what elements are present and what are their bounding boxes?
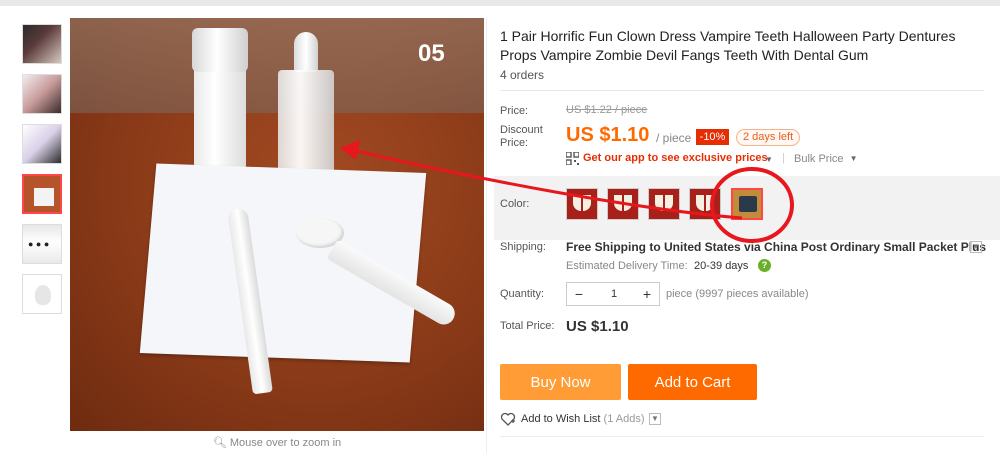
add-to-wish-list-link[interactable]: Add to Wish List (1 Adds) [521, 413, 645, 425]
qr-code-icon [566, 152, 579, 165]
order-count: 4 orders [500, 68, 545, 82]
color-option-1[interactable] [566, 188, 598, 220]
question-icon[interactable]: ? [758, 259, 771, 272]
bulk-price-label: Bulk Price [794, 153, 844, 165]
wish-list-label: Add to Wish List [521, 413, 601, 425]
current-price: US $1.10 [566, 124, 650, 146]
thumbnail-6[interactable] [22, 274, 62, 314]
color-option-3[interactable] [648, 188, 680, 220]
shipping-method[interactable]: Free Shipping to United States via China… [566, 240, 986, 254]
thumbnail-1[interactable] [22, 24, 62, 64]
main-product-image[interactable]: 05 [70, 18, 484, 431]
wish-list-dropdown-icon[interactable]: ▼ [649, 413, 661, 425]
thumbnail-3[interactable] [22, 124, 62, 164]
price-unit: / piece [656, 131, 692, 145]
chevron-down-icon: ▼ [849, 154, 858, 163]
thumbnail-5[interactable] [22, 224, 62, 264]
original-price: US $1.22 / piece [566, 104, 648, 116]
buy-now-button[interactable]: Buy Now [500, 364, 621, 400]
powder-bottle [192, 28, 248, 178]
zoom-hint-text: Mouse over to zoom in [229, 437, 342, 449]
quantity-stepper: − + [566, 282, 660, 306]
add-to-cart-button[interactable]: Add to Cart [628, 364, 757, 400]
price-label: Price: [500, 105, 529, 117]
shipping-method-text: Free Shipping to United States via China… [566, 240, 987, 254]
mixing-paper [139, 163, 427, 363]
quantity-increase-button[interactable]: + [637, 283, 657, 305]
delivery-time-label: Estimated Delivery Time: [566, 260, 688, 272]
thumbnail-4[interactable] [22, 174, 62, 214]
column-divider [486, 18, 487, 453]
thumbnail-strip [22, 24, 64, 324]
total-price-value: US $1.10 [566, 318, 629, 335]
color-label: Color: [500, 198, 530, 210]
delivery-time-value: 20-39 days [694, 260, 749, 272]
top-border [0, 0, 1000, 6]
quantity-label: Quantity: [500, 288, 545, 300]
divider [500, 90, 984, 91]
color-option-4[interactable] [689, 188, 721, 220]
separator: | [782, 152, 785, 164]
total-price-label: Total Price: [500, 320, 555, 332]
color-option-5-selected[interactable] [731, 188, 763, 220]
stock-availability: piece (9997 pieces available) [666, 288, 809, 300]
wish-list-count: (1 Adds) [603, 413, 645, 425]
divider [500, 436, 984, 437]
heart-plus-icon[interactable] [500, 411, 516, 427]
liquid-dropper-bottle [276, 32, 336, 182]
quantity-decrease-button[interactable]: − [569, 283, 589, 305]
shipping-label: Shipping: [500, 241, 546, 253]
quantity-input[interactable] [593, 283, 635, 305]
discount-price-label: Discount Price: [500, 124, 543, 149]
magnifier-icon: 🔍︎ [212, 437, 227, 449]
shipping-dropdown-icon[interactable]: ▼ [970, 241, 982, 253]
thumbnail-2[interactable] [22, 74, 62, 114]
bulk-price-dropdown[interactable]: Bulk Price ▼ [794, 153, 858, 165]
color-option-2[interactable] [607, 188, 639, 220]
time-left-badge: 2 days left [736, 129, 801, 146]
chevron-down-icon[interactable]: ▼ [765, 155, 773, 164]
image-number-label: 05 [418, 40, 445, 67]
discount-badge: -10% [696, 129, 729, 145]
zoom-hint: 🔍︎ Mouse over to zoom in [70, 436, 484, 449]
product-title: 1 Pair Horrific Fun Clown Dress Vampire … [500, 28, 956, 63]
app-promo-link[interactable]: Get our app to see exclusive prices [583, 152, 768, 164]
